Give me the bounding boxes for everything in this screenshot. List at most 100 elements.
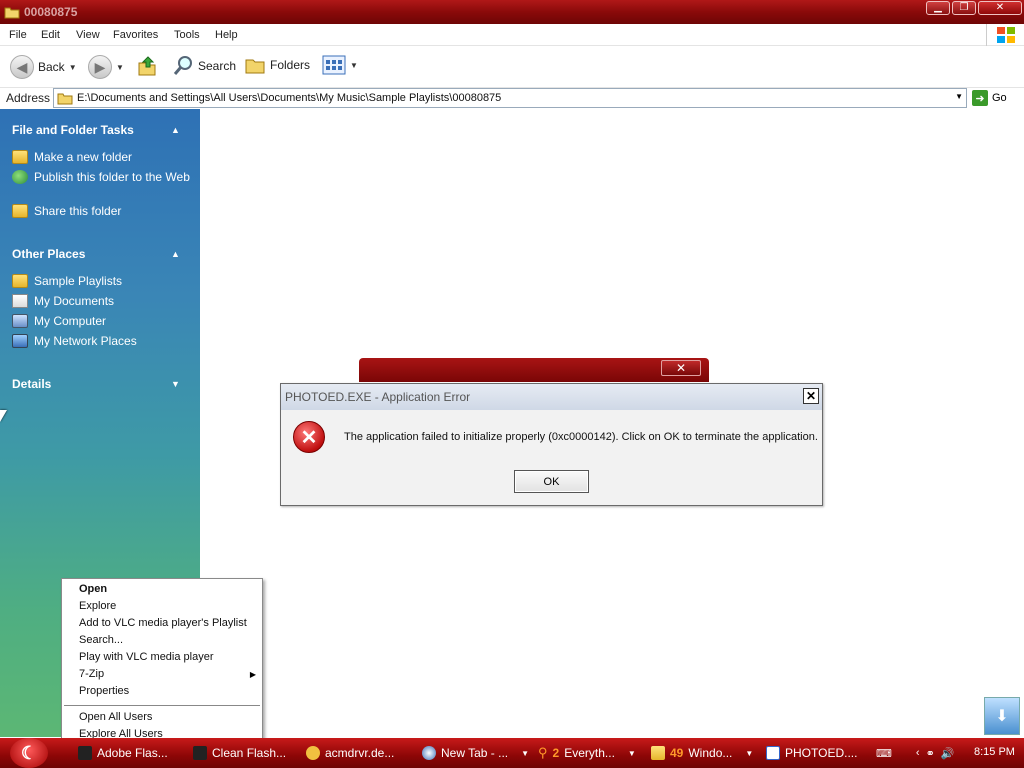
- folder-icon: [651, 746, 665, 760]
- ok-button[interactable]: OK: [514, 470, 589, 493]
- place-my-computer[interactable]: My Computer: [12, 314, 192, 329]
- task-label: Make a new folder: [34, 150, 133, 164]
- task-publish-folder[interactable]: Publish this folder to the Web: [12, 170, 192, 185]
- scroll-down-button[interactable]: ⬇: [984, 697, 1020, 735]
- back-arrow-icon: ◀: [10, 55, 34, 79]
- menu-item-search[interactable]: Search...: [79, 634, 123, 646]
- address-input[interactable]: E:\Documents and Settings\All Users\Docu…: [53, 88, 967, 108]
- chevron-down-icon[interactable]: ▼: [350, 61, 358, 70]
- maximize-button[interactable]: ❐: [952, 1, 976, 15]
- volume-icon[interactable]: 🔊: [941, 747, 955, 760]
- taskbar-item-everything[interactable]: ⚲ 2 Everyth... ▼: [538, 743, 636, 763]
- submenu-arrow-icon: ▶: [249, 670, 256, 679]
- chevron-down-icon[interactable]: ▼: [116, 63, 124, 72]
- settings-icon: [306, 746, 320, 760]
- group-count: 49: [670, 746, 684, 760]
- menu-view[interactable]: View: [76, 29, 100, 41]
- close-icon: ✕: [675, 361, 687, 375]
- task-make-new-folder[interactable]: Make a new folder: [12, 150, 192, 165]
- error-icon: ✕: [293, 421, 325, 453]
- menu-item-properties[interactable]: Properties: [79, 685, 129, 697]
- taskbar-item-clean-flash[interactable]: Clean Flash...: [193, 743, 286, 763]
- menu-help[interactable]: Help: [215, 29, 238, 41]
- details-header[interactable]: Details: [12, 377, 51, 391]
- keyboard-icon[interactable]: ⌨: [876, 747, 892, 760]
- menu-edit[interactable]: Edit: [41, 29, 60, 41]
- taskbar-item-new-tab[interactable]: New Tab - ... ▼: [422, 743, 529, 763]
- folder-icon: [57, 93, 73, 105]
- chevron-down-icon[interactable]: ▼: [69, 63, 77, 72]
- folders-button[interactable]: Folders: [244, 55, 310, 75]
- computer-icon: [12, 314, 28, 328]
- menu-separator: [64, 705, 260, 706]
- share-folder-icon: [12, 204, 28, 218]
- window-titlebar: 00080875 ▁ ❐ ✕: [0, 0, 1024, 24]
- menu-item-open-all-users[interactable]: Open All Users: [79, 711, 152, 723]
- folder-icon: [4, 7, 20, 19]
- network-tray-icon[interactable]: ⚭: [926, 747, 935, 760]
- place-sample-playlists[interactable]: Sample Playlists: [12, 274, 192, 289]
- taskbar-item-label: Clean Flash...: [212, 746, 287, 760]
- clock[interactable]: 8:15 PM: [974, 746, 1015, 758]
- menu-item-play-vlc[interactable]: Play with VLC media player: [79, 651, 214, 663]
- task-label: Publish this folder to the Web: [34, 170, 190, 184]
- dialog-close-button[interactable]: ✕: [803, 388, 819, 404]
- go-button[interactable]: ➜ Go: [972, 90, 1007, 106]
- start-button[interactable]: ☾: [10, 738, 48, 768]
- chevron-down-icon[interactable]: ▼: [745, 749, 753, 758]
- menu-item-open[interactable]: Open: [79, 583, 107, 595]
- back-button[interactable]: ◀ Back ▼: [10, 55, 77, 79]
- chevron-down-icon[interactable]: ▼: [628, 749, 636, 758]
- menu-favorites[interactable]: Favorites: [113, 29, 158, 41]
- menu-item-7zip[interactable]: 7-Zip: [79, 668, 104, 680]
- background-window-titlebar: ✕: [359, 358, 709, 382]
- taskbar-item-windows-explorer[interactable]: 49 Windo... ▼: [651, 743, 753, 763]
- chevron-down-icon[interactable]: ▼: [955, 92, 963, 101]
- chevron-up-icon[interactable]: ▲: [171, 125, 180, 135]
- other-places-header[interactable]: Other Places: [12, 247, 85, 261]
- up-folder-button[interactable]: [136, 55, 158, 77]
- menu-tools[interactable]: Tools: [174, 29, 200, 41]
- documents-icon: [12, 294, 28, 308]
- windows-logo-icon: [986, 24, 1024, 46]
- start-orb-icon: ☾: [20, 742, 38, 763]
- place-my-documents[interactable]: My Documents: [12, 294, 192, 309]
- close-button[interactable]: ✕: [661, 360, 701, 376]
- forward-button[interactable]: ▶ ▼: [88, 55, 124, 79]
- minimize-button[interactable]: ▁: [926, 1, 950, 15]
- dialog-title: PHOTOED.EXE - Application Error: [285, 390, 471, 404]
- group-count: 2: [552, 746, 560, 760]
- menu-file[interactable]: File: [9, 29, 27, 41]
- menu-item-explore[interactable]: Explore: [79, 600, 116, 612]
- context-menu: Open Explore Add to VLC media player's P…: [61, 578, 263, 744]
- views-button[interactable]: ▼: [322, 55, 358, 75]
- close-button[interactable]: ✕: [978, 1, 1022, 15]
- chevron-down-icon[interactable]: ▼: [521, 749, 529, 758]
- file-folder-tasks-header[interactable]: File and Folder Tasks: [12, 123, 134, 137]
- address-label: Address: [6, 91, 51, 105]
- place-label: My Documents: [34, 294, 115, 308]
- chevron-down-icon[interactable]: ▼: [171, 379, 180, 389]
- taskbar-item-photoed[interactable]: PHOTOED....: [766, 743, 857, 763]
- views-icon: [322, 55, 346, 75]
- tray-expand-icon[interactable]: ‹: [916, 747, 920, 759]
- search-icon: [173, 56, 192, 75]
- task-label: Share this folder: [34, 204, 122, 218]
- chevron-up-icon[interactable]: ▲: [171, 249, 180, 259]
- up-folder-icon: [138, 56, 156, 76]
- task-share-folder[interactable]: Share this folder: [12, 204, 192, 219]
- toolbar: ◀ Back ▼ ▶ ▼ Search Folders ▼: [0, 46, 1024, 88]
- place-my-network-places[interactable]: My Network Places: [12, 334, 192, 349]
- taskbar-item-label: PHOTOED....: [785, 746, 858, 760]
- taskbar-item-acmdrvr[interactable]: acmdrvr.de...: [306, 743, 394, 763]
- dialog-titlebar: PHOTOED.EXE - Application Error ✕: [281, 384, 822, 410]
- search-label: Search: [198, 59, 237, 73]
- restore-icon: ❐: [959, 2, 969, 13]
- taskbar-item-label: New Tab - ...: [441, 746, 509, 760]
- taskbar-item-adobe-flash[interactable]: Adobe Flas...: [78, 743, 168, 763]
- browser-icon: [422, 746, 436, 760]
- taskbar: ☾ Adobe Flas... Clean Flash... acmdrvr.d…: [0, 738, 1024, 768]
- place-label: My Computer: [34, 314, 107, 328]
- menu-item-add-vlc-playlist[interactable]: Add to VLC media player's Playlist: [79, 617, 247, 629]
- search-button[interactable]: Search: [172, 55, 236, 77]
